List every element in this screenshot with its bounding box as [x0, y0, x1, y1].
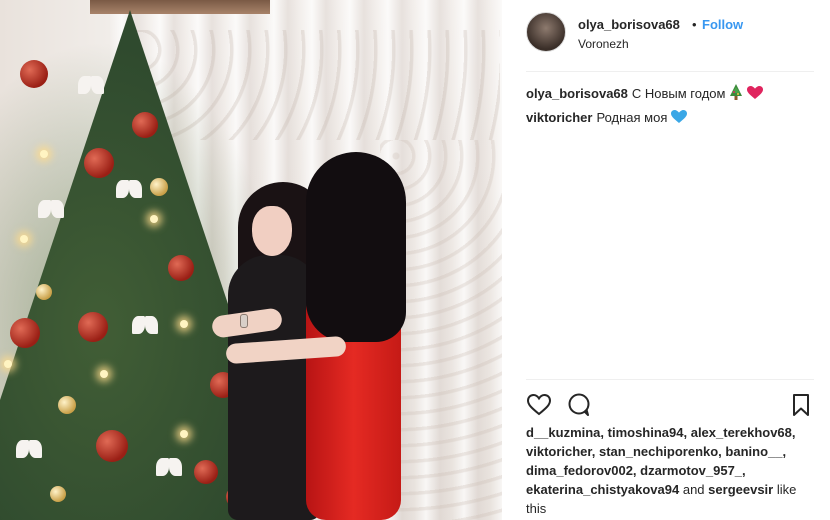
white-bow: [16, 440, 42, 458]
white-bow: [156, 458, 182, 476]
and-word: and: [682, 482, 705, 497]
white-bow: [116, 180, 142, 198]
comment-text: Родная моя: [596, 110, 668, 125]
header-username[interactable]: olya_borisova68: [578, 17, 680, 32]
comment-username[interactable]: olya_borisova68: [526, 86, 628, 101]
christmas-tree-icon: [729, 84, 743, 105]
red-ornament: [20, 60, 48, 88]
comment-item: olya_borisova68 С Новым годом: [526, 84, 816, 105]
like-word: like: [776, 482, 797, 497]
avatar[interactable]: [526, 12, 566, 52]
red-ornament: [168, 255, 194, 281]
white-bow: [38, 200, 64, 218]
gold-ornament: [36, 284, 52, 300]
tree-light: [4, 360, 12, 368]
comment-text: С Новым годом: [631, 86, 726, 101]
post-header: olya_borisova68 • Follow Voronezh: [526, 0, 814, 72]
tree-light: [100, 370, 108, 378]
gold-ornament: [50, 486, 66, 502]
red-ornament: [10, 318, 40, 348]
post-side-panel: olya_borisova68 • Follow Voronezh olya_b…: [502, 0, 830, 520]
tree-light: [40, 150, 48, 158]
tree-light: [180, 320, 188, 328]
likers-line-2[interactable]: viktoricher, stan_nechiporenko, banino__…: [526, 444, 786, 459]
red-ornament: [84, 148, 114, 178]
red-ornament: [78, 312, 108, 342]
comment-bubble-icon[interactable]: [566, 392, 592, 418]
woman-right-hair: [306, 152, 406, 342]
gold-ornament: [150, 178, 168, 196]
white-bow: [78, 76, 104, 94]
comments-list: olya_borisova68 С Новым годом viktoricher…: [526, 84, 816, 133]
gold-ornament: [58, 396, 76, 414]
post-photo[interactable]: [0, 0, 502, 520]
red-ornament: [132, 112, 158, 138]
this-word: this: [526, 501, 547, 516]
tree-light: [20, 235, 28, 243]
likers-line-4-names[interactable]: ekaterina_chistyakova94: [526, 482, 679, 497]
likers-line-3[interactable]: dima_fedorov002, dzarmotov_957_,: [526, 463, 746, 478]
liked-by-text: d__kuzmina, timoshina94, alex_terekhov68…: [526, 423, 816, 518]
post-location[interactable]: Voronezh: [578, 37, 629, 51]
red-ornament: [194, 460, 218, 484]
likers-line-1[interactable]: d__kuzmina, timoshina94, alex_terekhov68…: [526, 425, 796, 440]
wristwatch: [240, 314, 248, 328]
comment-item: viktoricher Родная моя: [526, 109, 816, 129]
tree-light: [150, 215, 158, 223]
bookmark-icon[interactable]: [788, 392, 814, 418]
likers-last[interactable]: sergeevsir: [708, 482, 773, 497]
comment-username[interactable]: viktoricher: [526, 110, 592, 125]
like-heart-icon[interactable]: [526, 392, 552, 418]
follow-button[interactable]: Follow: [702, 17, 743, 32]
woman-left-face: [252, 206, 292, 256]
post-actions-bar: [526, 379, 814, 423]
white-bow: [132, 316, 158, 334]
tree-light: [180, 430, 188, 438]
blue-heart-icon: [671, 110, 688, 129]
header-separator: •: [692, 17, 697, 32]
red-ornament: [96, 430, 128, 462]
red-heart-icon: [746, 86, 763, 105]
